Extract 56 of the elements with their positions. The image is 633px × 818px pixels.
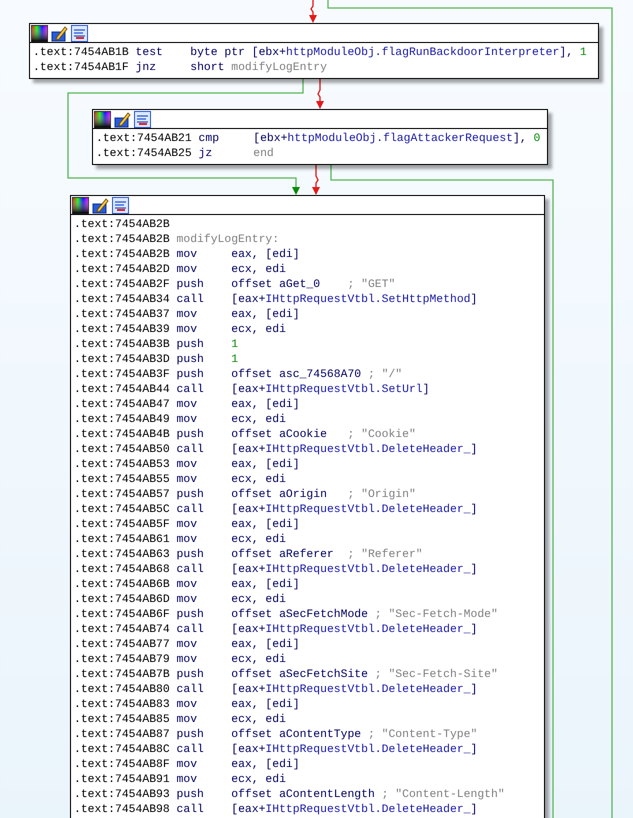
- code-line: .text:7454AB6B mov eax, [edi]: [74, 578, 301, 593]
- code-line: .text:7454AB55 mov ecx, edi: [74, 473, 287, 488]
- code-line: .text:7454AB2B: [74, 218, 171, 233]
- code-line: .text:7454AB63 push offset aReferer ; "Referer": [74, 548, 424, 563]
- code-line: .text:7454AB3F push offset asc_74568A70 ; "/": [74, 368, 404, 383]
- code-line: .text:7454AB85 mov ecx, edi: [74, 713, 287, 728]
- code-line: .text:7454AB8F mov eax, [edi]: [74, 758, 301, 773]
- graph-icon[interactable]: [134, 110, 151, 128]
- code-line: .text:7454AB91 mov ecx, edi: [74, 773, 287, 788]
- code-line: .text:7454AB87 push offset aContentType ; "Content-Type": [74, 728, 478, 743]
- code-line: .text:7454AB50 call [eax+IHttpRequestVtbl.DeleteHeader_]: [74, 443, 478, 458]
- code-line: .text:7454AB6D mov ecx, edi: [74, 593, 287, 608]
- pencil-icon[interactable]: [92, 196, 109, 214]
- code-line: .text:7454AB61 mov ecx, edi: [74, 533, 287, 548]
- code-line: .text:7454AB21 cmp [ebx+httpModuleObj.flagAttackerRequest], 0: [96, 132, 542, 147]
- code-line: .text:7454AB3D push 1: [74, 353, 240, 368]
- code-line: .text:7454AB57 push offset aOrigin ; "Origin": [74, 488, 417, 503]
- code-line: .text:7454AB68 call [eax+IHttpRequestVtbl.DeleteHeader_]: [74, 563, 478, 578]
- palette-icon[interactable]: [94, 110, 111, 128]
- code-line: .text:7454AB1B test byte ptr [ebx+httpModuleObj.flagRunBackdoorInterpreter], 1: [33, 46, 588, 61]
- code-line: .text:7454AB2F push offset aGet_0 ; "GET": [74, 278, 396, 293]
- code-line: .text:7454AB8C call [eax+IHttpRequestVtbl.DeleteHeader_]: [74, 743, 478, 758]
- code-line: .text:7454AB83 mov eax, [edi]: [74, 698, 301, 713]
- pencil-icon[interactable]: [114, 110, 131, 128]
- palette-icon[interactable]: [72, 196, 89, 214]
- palette-icon[interactable]: [31, 24, 48, 42]
- code-line: .text:7454AB4B push offset aCookie ; "Cookie": [74, 428, 417, 443]
- code-line: .text:7454AB80 call [eax+IHttpRequestVtbl.DeleteHeader_]: [74, 683, 478, 698]
- code-line: .text:7454AB1F jnz short modifyLogEntry: [33, 61, 328, 76]
- code-line: .text:7454AB2D mov ecx, edi: [74, 263, 287, 278]
- code-line: .text:7454AB6F push offset aSecFetchMode ; "Sec-Fetch-Mode": [74, 608, 499, 623]
- graph-icon[interactable]: [71, 24, 88, 42]
- code-line: .text:7454AB98 call [eax+IHttpRequestVtbl.DeleteHeader_]: [74, 803, 478, 818]
- code-line: .text:7454AB53 mov eax, [edi]: [74, 458, 301, 473]
- code-line: .text:7454AB3B push 1: [74, 338, 240, 353]
- code-line: .text:7454AB7B push offset aSecFetchSite ; "Sec-Fetch-Site": [74, 668, 499, 683]
- code-line: .text:7454AB49 mov ecx, edi: [74, 413, 287, 428]
- code-line: .text:7454AB25 jz end: [96, 147, 275, 162]
- code-line: .text:7454AB47 mov eax, [edi]: [74, 398, 301, 413]
- code-line: .text:7454AB34 call [eax+IHttpRequestVtbl.SetHttpMethod]: [74, 293, 478, 308]
- code-line: .text:7454AB2B mov eax, [edi]: [74, 248, 301, 263]
- code-line: .text:7454AB5F mov eax, [edi]: [74, 518, 301, 533]
- flow-arrow: [312, 164, 320, 195]
- flow-arrow: [316, 79, 324, 109]
- code-line: .text:7454AB74 call [eax+IHttpRequestVtbl.DeleteHeader_]: [74, 623, 478, 638]
- code-line: .text:7454AB39 mov ecx, edi: [74, 323, 287, 338]
- code-line: .text:7454AB93 push offset aContentLength ; "Content-Length": [74, 788, 506, 803]
- code-line: .text:7454AB44 call [eax+IHttpRequestVtbl.SetUrl]: [74, 383, 430, 398]
- code-line: .text:7454AB77 mov eax, [edi]: [74, 638, 301, 653]
- flow-arrow: [309, 0, 317, 23]
- code-line: .text:7454AB79 mov ecx, edi: [74, 653, 287, 668]
- pencil-icon[interactable]: [51, 24, 68, 42]
- code-line: .text:7454AB2B modifyLogEntry:: [74, 233, 280, 248]
- code-line: .text:7454AB5C call [eax+IHttpRequestVtbl.DeleteHeader_]: [74, 503, 478, 518]
- code-line: .text:7454AB37 mov eax, [edi]: [74, 308, 301, 323]
- graph-icon[interactable]: [112, 196, 129, 214]
